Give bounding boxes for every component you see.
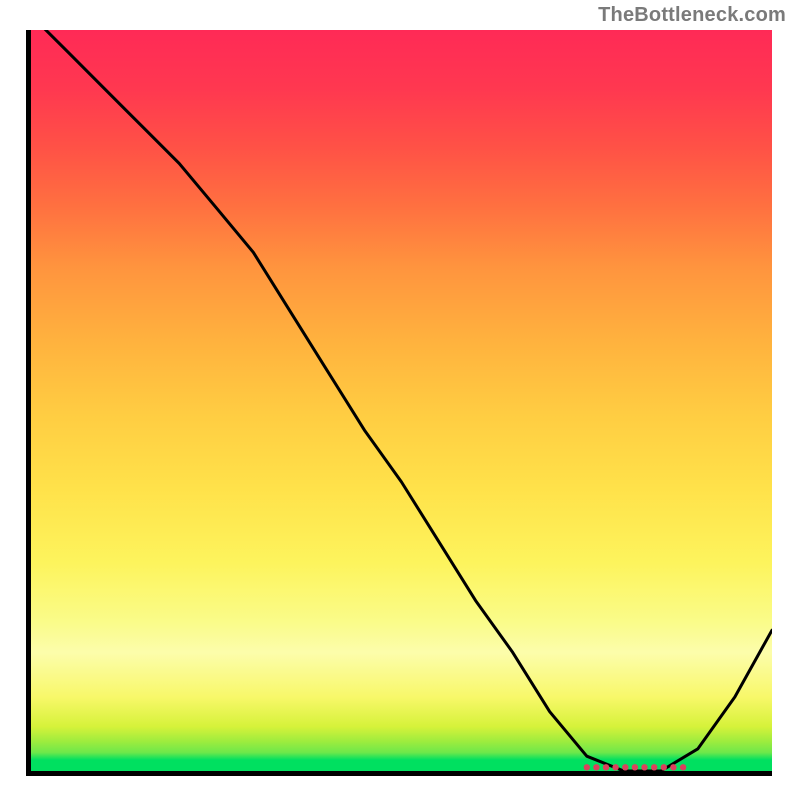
bottleneck-chart <box>26 30 772 776</box>
chart-svg-overlay <box>31 30 772 771</box>
bottleneck-curve-line <box>31 30 772 771</box>
watermark-text: TheBottleneck.com <box>598 4 786 27</box>
